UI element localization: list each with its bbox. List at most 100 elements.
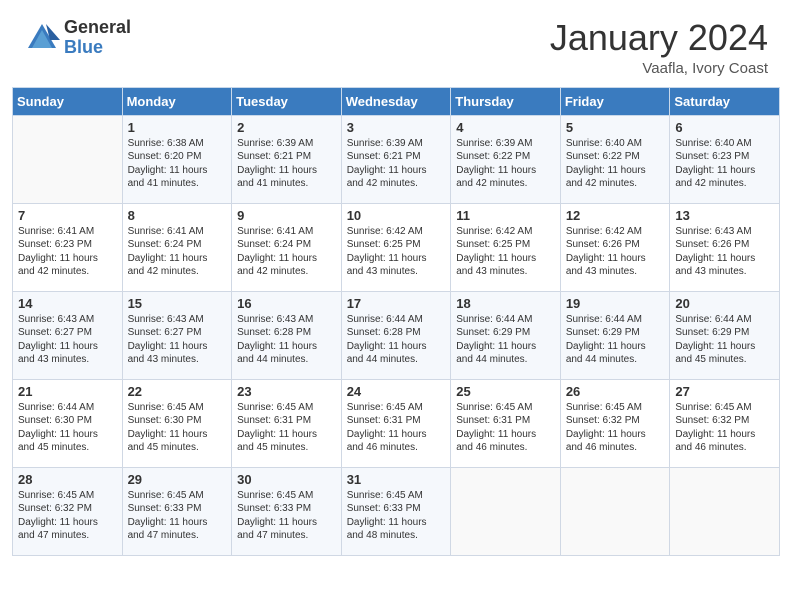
day-number: 7 xyxy=(18,208,117,223)
day-number: 31 xyxy=(347,472,446,487)
calendar-cell: 30 Sunrise: 6:45 AMSunset: 6:33 PMDayligh… xyxy=(232,467,342,555)
day-info: Sunrise: 6:39 AMSunset: 6:22 PMDaylight:… xyxy=(456,137,555,191)
header-day-friday: Friday xyxy=(560,87,670,115)
calendar-cell: 29Sunrise: 6:45 AMSunset: 6:33 PMDayligh… xyxy=(122,467,232,555)
day-info: Sunrise: 6:45 AMSunset: 6:32 PMDaylight:… xyxy=(18,489,117,543)
logo-general-text: General xyxy=(64,18,131,38)
header-day-sunday: Sunday xyxy=(13,87,123,115)
day-number: 27 xyxy=(675,384,774,399)
calendar-table: SundayMondayTuesdayWednesdayThursdayFrid… xyxy=(12,87,780,556)
day-info: Sunrise: 6:41 AMSunset: 6:23 PMDaylight:… xyxy=(18,225,117,279)
calendar-cell: 27Sunrise: 6:45 AMSunset: 6:32 PMDayligh… xyxy=(670,379,780,467)
calendar-cell: 22Sunrise: 6:45 AMSunset: 6:30 PMDayligh… xyxy=(122,379,232,467)
day-info: Sunrise: 6:45 AMSunset: 6:33 PMDaylight:… xyxy=(347,489,446,543)
calendar-cell: 5 Sunrise: 6:40 AMSunset: 6:22 PMDaylight… xyxy=(560,115,670,203)
calendar-cell xyxy=(13,115,123,203)
day-info: Sunrise: 6:41 AMSunset: 6:24 PMDaylight:… xyxy=(128,225,227,279)
day-number: 8 xyxy=(128,208,227,223)
day-number: 4 xyxy=(456,120,555,135)
day-number: 20 xyxy=(675,296,774,311)
calendar-cell: 11 Sunrise: 6:42 AMSunset: 6:25 PMDayligh… xyxy=(451,203,561,291)
calendar-cell: 9 Sunrise: 6:41 AMSunset: 6:24 PMDaylight… xyxy=(232,203,342,291)
calendar-wrapper: SundayMondayTuesdayWednesdayThursdayFrid… xyxy=(0,87,792,568)
day-number: 17 xyxy=(347,296,446,311)
day-info: Sunrise: 6:45 AMSunset: 6:33 PMDaylight:… xyxy=(237,489,336,543)
day-info: Sunrise: 6:41 AMSunset: 6:24 PMDaylight:… xyxy=(237,225,336,279)
week-row-1: 1 Sunrise: 6:38 AMSunset: 6:20 PMDaylight… xyxy=(13,115,780,203)
calendar-cell: 10 Sunrise: 6:42 AMSunset: 6:25 PMDayligh… xyxy=(341,203,451,291)
day-info: Sunrise: 6:44 AMSunset: 6:28 PMDaylight:… xyxy=(347,313,446,367)
day-info: Sunrise: 6:44 AMSunset: 6:29 PMDaylight:… xyxy=(675,313,774,367)
logo-icon xyxy=(24,20,60,56)
day-info: Sunrise: 6:43 AMSunset: 6:27 PMDaylight:… xyxy=(18,313,117,367)
day-number: 16 xyxy=(237,296,336,311)
day-number: 23 xyxy=(237,384,336,399)
day-number: 1 xyxy=(128,120,227,135)
calendar-cell: 2Sunrise: 6:39 AMSunset: 6:21 PMDaylight… xyxy=(232,115,342,203)
day-info: Sunrise: 6:43 AMSunset: 6:27 PMDaylight:… xyxy=(128,313,227,367)
page: General Blue January 2024 Vaafla, Ivory … xyxy=(0,0,792,612)
day-info: Sunrise: 6:38 AMSunset: 6:20 PMDaylight:… xyxy=(128,137,227,191)
day-number: 11 xyxy=(456,208,555,223)
calendar-cell: 15 Sunrise: 6:43 AMSunset: 6:27 PMDayligh… xyxy=(122,291,232,379)
day-info: Sunrise: 6:44 AMSunset: 6:29 PMDaylight:… xyxy=(456,313,555,367)
calendar-cell: 4 Sunrise: 6:39 AMSunset: 6:22 PMDaylight… xyxy=(451,115,561,203)
logo-blue-text: Blue xyxy=(64,38,131,58)
day-number: 25 xyxy=(456,384,555,399)
day-info: Sunrise: 6:43 AMSunset: 6:26 PMDaylight:… xyxy=(675,225,774,279)
calendar-cell xyxy=(560,467,670,555)
day-info: Sunrise: 6:39 AMSunset: 6:21 PMDaylight:… xyxy=(347,137,446,191)
calendar-cell: 13 Sunrise: 6:43 AMSunset: 6:26 PMDayligh… xyxy=(670,203,780,291)
day-info: Sunrise: 6:40 AMSunset: 6:22 PMDaylight:… xyxy=(566,137,665,191)
calendar-cell: 14 Sunrise: 6:43 AMSunset: 6:27 PMDayligh… xyxy=(13,291,123,379)
day-number: 13 xyxy=(675,208,774,223)
day-info: Sunrise: 6:42 AMSunset: 6:25 PMDaylight:… xyxy=(456,225,555,279)
calendar-cell: 26Sunrise: 6:45 AMSunset: 6:32 PMDayligh… xyxy=(560,379,670,467)
day-number: 18 xyxy=(456,296,555,311)
day-number: 10 xyxy=(347,208,446,223)
week-row-2: 7 Sunrise: 6:41 AMSunset: 6:23 PMDaylight… xyxy=(13,203,780,291)
day-info: Sunrise: 6:42 AMSunset: 6:26 PMDaylight:… xyxy=(566,225,665,279)
calendar-cell: 24 Sunrise: 6:45 AMSunset: 6:31 PMDayligh… xyxy=(341,379,451,467)
day-info: Sunrise: 6:39 AMSunset: 6:21 PMDaylight:… xyxy=(237,137,336,191)
day-number: 21 xyxy=(18,384,117,399)
day-info: Sunrise: 6:45 AMSunset: 6:30 PMDaylight:… xyxy=(128,401,227,455)
day-info: Sunrise: 6:45 AMSunset: 6:31 PMDaylight:… xyxy=(237,401,336,455)
day-number: 15 xyxy=(128,296,227,311)
day-number: 3 xyxy=(347,120,446,135)
calendar-cell: 31 Sunrise: 6:45 AMSunset: 6:33 PMDayligh… xyxy=(341,467,451,555)
header-day-tuesday: Tuesday xyxy=(232,87,342,115)
calendar-cell: 23 Sunrise: 6:45 AMSunset: 6:31 PMDayligh… xyxy=(232,379,342,467)
calendar-header: SundayMondayTuesdayWednesdayThursdayFrid… xyxy=(13,87,780,115)
title-block: January 2024 Vaafla, Ivory Coast xyxy=(550,18,768,77)
day-info: Sunrise: 6:44 AMSunset: 6:29 PMDaylight:… xyxy=(566,313,665,367)
header-day-monday: Monday xyxy=(122,87,232,115)
calendar-cell: 12Sunrise: 6:42 AMSunset: 6:26 PMDayligh… xyxy=(560,203,670,291)
calendar-cell xyxy=(451,467,561,555)
day-number: 30 xyxy=(237,472,336,487)
day-number: 24 xyxy=(347,384,446,399)
week-row-4: 21Sunrise: 6:44 AMSunset: 6:30 PMDayligh… xyxy=(13,379,780,467)
day-number: 5 xyxy=(566,120,665,135)
calendar-cell: 16Sunrise: 6:43 AMSunset: 6:28 PMDayligh… xyxy=(232,291,342,379)
calendar-cell xyxy=(670,467,780,555)
day-info: Sunrise: 6:40 AMSunset: 6:23 PMDaylight:… xyxy=(675,137,774,191)
logo-text: General Blue xyxy=(64,18,131,58)
week-row-5: 28 Sunrise: 6:45 AMSunset: 6:32 PMDayligh… xyxy=(13,467,780,555)
month-title: January 2024 xyxy=(550,18,768,58)
day-info: Sunrise: 6:45 AMSunset: 6:31 PMDaylight:… xyxy=(347,401,446,455)
calendar-cell: 17 Sunrise: 6:44 AMSunset: 6:28 PMDayligh… xyxy=(341,291,451,379)
day-number: 9 xyxy=(237,208,336,223)
calendar-cell: 21Sunrise: 6:44 AMSunset: 6:30 PMDayligh… xyxy=(13,379,123,467)
day-number: 14 xyxy=(18,296,117,311)
calendar-body: 1 Sunrise: 6:38 AMSunset: 6:20 PMDaylight… xyxy=(13,115,780,555)
day-number: 28 xyxy=(18,472,117,487)
day-info: Sunrise: 6:45 AMSunset: 6:32 PMDaylight:… xyxy=(566,401,665,455)
calendar-cell: 18 Sunrise: 6:44 AMSunset: 6:29 PMDayligh… xyxy=(451,291,561,379)
calendar-cell: 3 Sunrise: 6:39 AMSunset: 6:21 PMDaylight… xyxy=(341,115,451,203)
calendar-cell: 7 Sunrise: 6:41 AMSunset: 6:23 PMDaylight… xyxy=(13,203,123,291)
day-info: Sunrise: 6:42 AMSunset: 6:25 PMDaylight:… xyxy=(347,225,446,279)
day-info: Sunrise: 6:45 AMSunset: 6:31 PMDaylight:… xyxy=(456,401,555,455)
calendar-cell: 19Sunrise: 6:44 AMSunset: 6:29 PMDayligh… xyxy=(560,291,670,379)
day-number: 29 xyxy=(128,472,227,487)
